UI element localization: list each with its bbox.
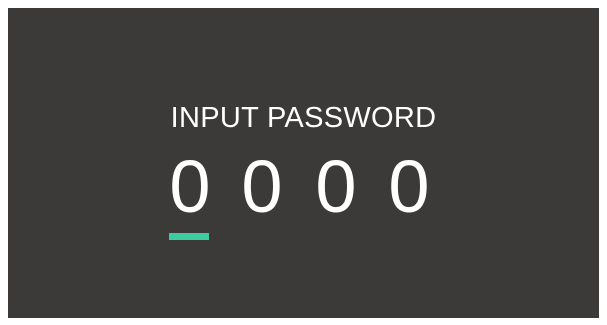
password-prompt-title: INPUT PASSWORD <box>170 102 437 134</box>
password-screen: INPUT PASSWORD 0 0 0 0 <box>8 8 599 318</box>
active-digit-cursor <box>169 233 209 240</box>
password-digit-3[interactable]: 0 <box>311 142 361 232</box>
password-digits[interactable]: 0 0 0 0 <box>8 142 599 252</box>
password-digit-2[interactable]: 0 <box>237 142 287 232</box>
password-digit-4[interactable]: 0 <box>384 142 434 232</box>
password-digit-1[interactable]: 0 <box>165 142 215 232</box>
